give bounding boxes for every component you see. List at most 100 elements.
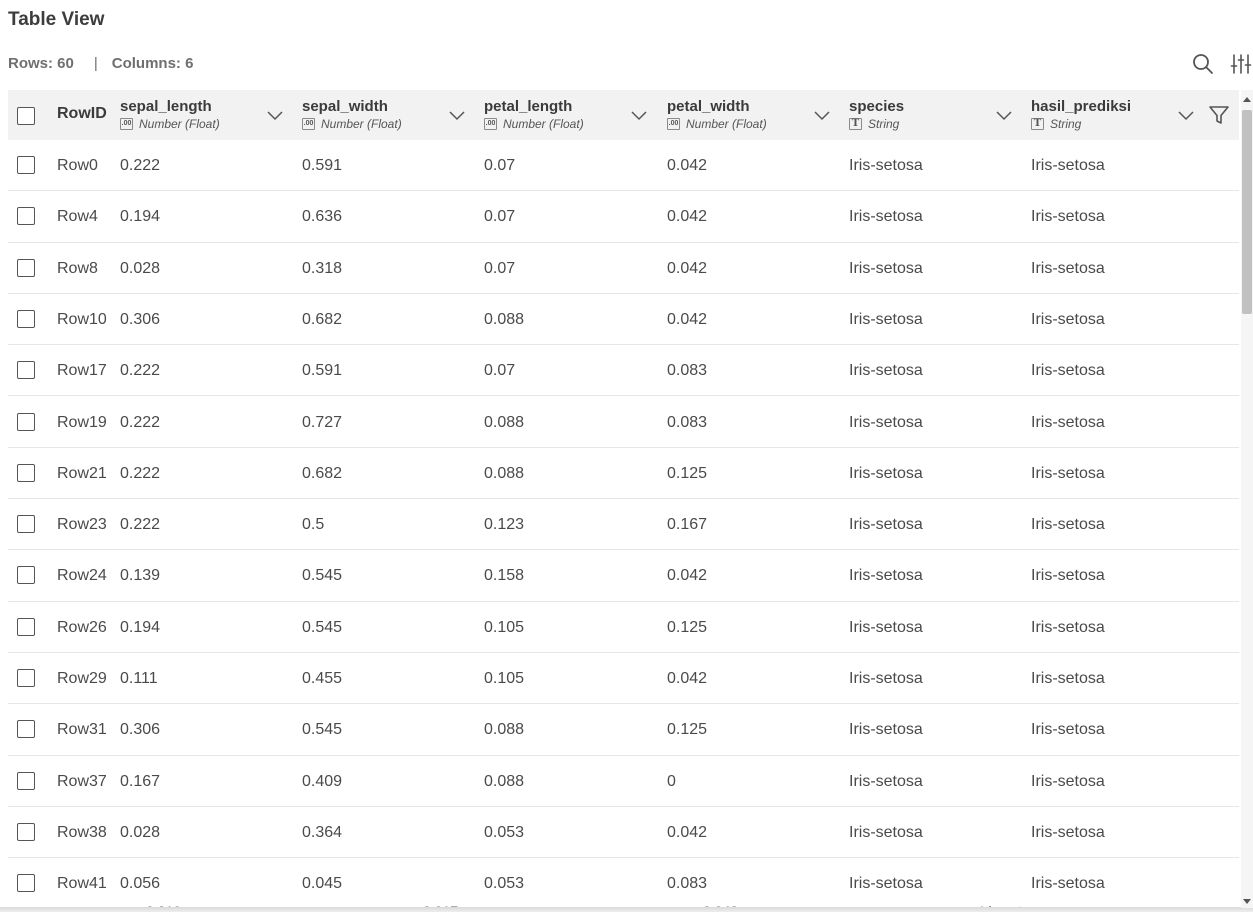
row-checkbox[interactable] — [17, 463, 35, 482]
row-count: Rows: 60 — [8, 55, 74, 72]
data-table: RowID sepal_length .00 Number (Float) sepal… — [8, 90, 1239, 912]
cell-petal-width: 0.083 — [667, 875, 708, 893]
cell-petal-length: 0.088 — [484, 772, 525, 790]
cell-hasil-prediksi: Iris-setosa — [1031, 618, 1105, 636]
table-row[interactable]: Row29 0.111 0.455 0.105 0.042 Iris-setosa Iris… — [8, 653, 1239, 705]
cell-petal-length: 0.07 — [484, 157, 516, 174]
chevron-down-icon[interactable] — [813, 106, 831, 124]
column-type-label: Number (Float) — [503, 117, 584, 131]
row-id-cell: Row17 — [57, 362, 107, 380]
cell-petal-length: 0.088 — [484, 413, 525, 431]
cell-petal-width: 0.083 — [667, 413, 708, 431]
table-row[interactable]: Row23 0.222 0.5 0.123 0.167 Iris-setosa Iris-s… — [8, 499, 1239, 551]
table-row[interactable]: Row41 0.056 0.045 0.053 0.083 Iris-setosa Iris… — [8, 858, 1239, 910]
cell-petal-length: 0.07 — [484, 362, 516, 380]
cell-sepal-width: 0.727 — [302, 413, 343, 431]
cell-petal-length: 0.123 — [484, 516, 525, 534]
cell-hasil-prediksi: Iris-setosa — [1031, 823, 1105, 841]
cell-sepal-width: 0.545 — [302, 618, 343, 636]
table-view-title: Table View — [8, 9, 105, 30]
row-checkbox[interactable] — [17, 207, 35, 226]
column-type: .00 Number (Float) — [302, 117, 402, 131]
cell-sepal-length: 0.222 — [120, 413, 161, 431]
scroll-down-arrow[interactable] — [1243, 899, 1251, 904]
table-row[interactable]: Row10 0.306 0.682 0.088 0.042 Iris-setosa Iris… — [8, 294, 1239, 346]
cell-species: Iris-setosa — [849, 875, 923, 893]
cell-hasil-prediksi: Iris-setosa — [1031, 875, 1105, 893]
scroll-thumb[interactable] — [1242, 110, 1252, 314]
cell-species: Iris-setosa — [849, 310, 923, 328]
cell-sepal-width: 0.455 — [302, 670, 343, 687]
cell-species: Iris-setosa — [849, 464, 923, 482]
table-row[interactable]: Row19 0.222 0.727 0.088 0.083 Iris-setosa Iris… — [8, 397, 1239, 448]
chevron-down-icon[interactable] — [1177, 106, 1195, 124]
cell-hasil-prediksi: Iris-setosa — [1031, 208, 1105, 226]
cell-sepal-length: 0.194 — [120, 618, 161, 636]
cell-sepal-length: 0.056 — [120, 875, 161, 893]
column-name: sepal_width — [302, 98, 388, 115]
table-row[interactable]: Row31 0.306 0.545 0.088 0.125 Iris-setosa Iris… — [8, 704, 1239, 756]
cell-sepal-length: 0.222 — [120, 464, 161, 482]
column-type-label: String — [868, 117, 900, 131]
row-checkbox[interactable] — [17, 412, 35, 431]
table-row[interactable]: Row17 0.222 0.591 0.07 0.083 Iris-setosa Iris-… — [8, 345, 1239, 397]
select-all-checkbox[interactable] — [17, 107, 35, 125]
cell-species: Iris-setosa — [849, 618, 923, 636]
scroll-up-arrow[interactable] — [1243, 97, 1251, 102]
table-stats: Rows: 60 | Columns: 6 — [8, 55, 193, 72]
table-row[interactable]: Row4 0.194 0.636 0.07 0.042 Iris-setosa Iris-s… — [8, 191, 1239, 243]
row-checkbox[interactable] — [17, 309, 35, 328]
cell-sepal-length: 0.306 — [120, 721, 161, 739]
cell-sepal-width: 0.545 — [302, 721, 343, 739]
chevron-down-icon[interactable] — [630, 106, 648, 124]
cell-sepal-length: 0.306 — [120, 310, 161, 328]
filter-button[interactable] — [1208, 104, 1230, 126]
string-type-icon: T — [1031, 118, 1044, 130]
cell-sepal-width: 0.591 — [302, 157, 343, 174]
cell-sepal-width: 0.591 — [302, 362, 343, 380]
row-checkbox[interactable] — [17, 361, 35, 380]
column-type: .00 Number (Float) — [667, 117, 767, 131]
row-id-cell: Row19 — [57, 413, 107, 431]
row-checkbox[interactable] — [17, 771, 35, 790]
table-row[interactable]: Row26 0.194 0.545 0.105 0.125 Iris-setosa Iris… — [8, 602, 1239, 653]
string-type-icon: T — [849, 118, 862, 130]
cell-hasil-prediksi: Iris-setosa — [1031, 670, 1105, 687]
table-row[interactable]: Row37 0.167 0.409 0.088 0 Iris-setosa Iris-set… — [8, 756, 1239, 807]
table-row[interactable]: Row38 0.028 0.364 0.053 0.042 Iris-setosa Iris… — [8, 807, 1239, 859]
cell-petal-length: 0.105 — [484, 618, 525, 636]
row-checkbox[interactable] — [17, 617, 35, 636]
cell-hasil-prediksi: Iris-setosa — [1031, 310, 1105, 328]
cell-petal-length: 0.053 — [484, 875, 525, 893]
cell-petal-width: 0.042 — [667, 670, 708, 687]
rowid-header: RowID — [57, 105, 107, 122]
table-row[interactable]: Row0 0.222 0.591 0.07 0.042 Iris-setosa Iris-s… — [8, 140, 1239, 192]
row-id-cell: Row26 — [57, 618, 107, 636]
row-checkbox[interactable] — [17, 720, 35, 739]
row-checkbox[interactable] — [17, 156, 35, 174]
row-checkbox[interactable] — [17, 874, 35, 893]
row-checkbox[interactable] — [17, 258, 35, 277]
column-name: sepal_length — [120, 98, 212, 115]
row-checkbox[interactable] — [17, 566, 35, 585]
row-checkbox[interactable] — [17, 669, 35, 687]
chevron-down-icon[interactable] — [995, 106, 1013, 124]
table-row[interactable]: Row8 0.028 0.318 0.07 0.042 Iris-setosa Iris-s… — [8, 243, 1239, 294]
column-type-label: Number (Float) — [139, 117, 220, 131]
column-type: .00 Number (Float) — [484, 117, 584, 131]
vertical-scrollbar[interactable] — [1241, 90, 1253, 908]
cell-sepal-width: 0.045 — [302, 875, 343, 893]
row-checkbox[interactable] — [17, 822, 35, 841]
table-settings-button[interactable] — [1229, 52, 1253, 76]
chevron-down-icon[interactable] — [448, 106, 466, 124]
row-id-cell: Row21 — [57, 464, 107, 482]
table-row[interactable]: Row21 0.222 0.682 0.088 0.125 Iris-setosa Iris… — [8, 448, 1239, 500]
row-checkbox[interactable] — [17, 515, 35, 534]
row-id-cell: Row10 — [57, 310, 107, 328]
cell-species: Iris-setosa — [849, 567, 923, 585]
cell-petal-width: 0.125 — [667, 721, 708, 739]
chevron-down-icon[interactable] — [266, 106, 284, 124]
cell-hasil-prediksi: Iris-setosa — [1031, 516, 1105, 534]
search-button[interactable] — [1191, 52, 1215, 76]
table-row[interactable]: Row24 0.139 0.545 0.158 0.042 Iris-setosa Iris… — [8, 550, 1239, 602]
